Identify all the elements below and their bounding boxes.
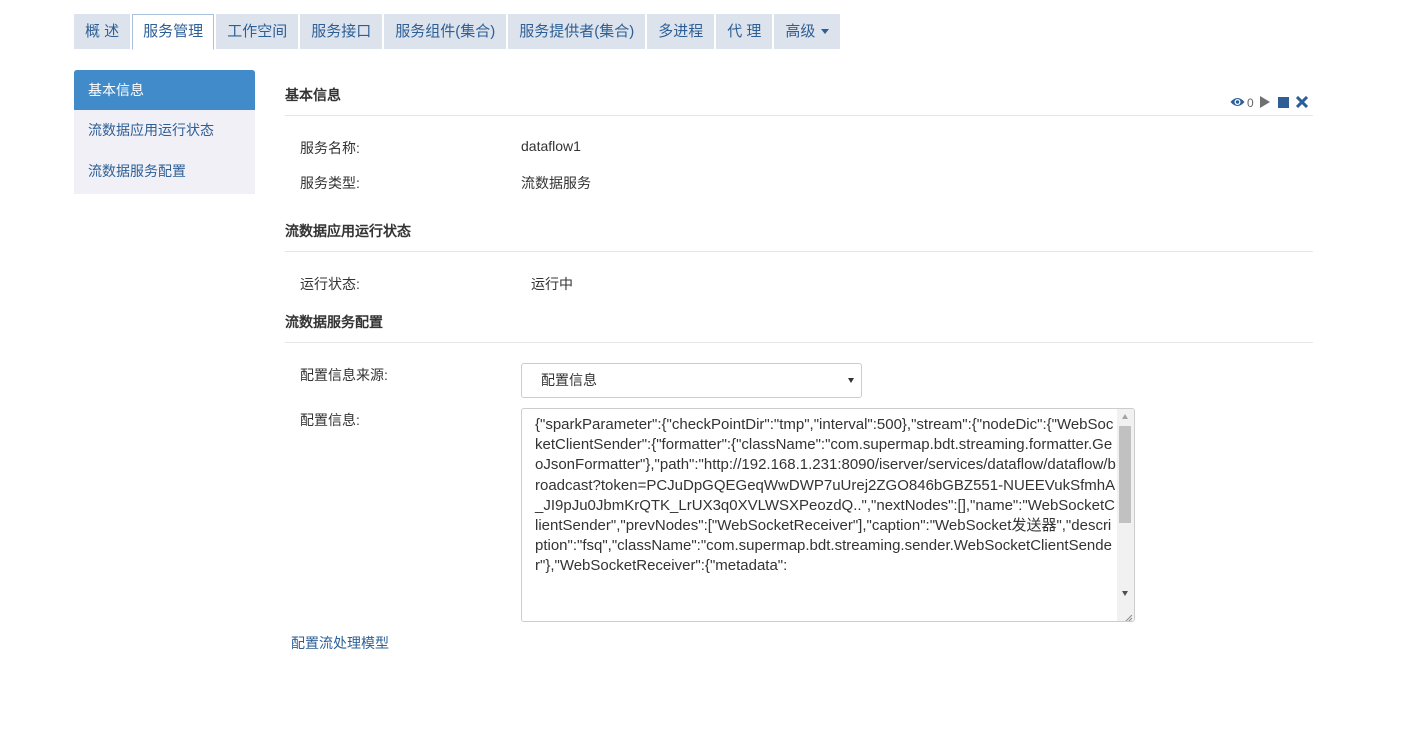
service-toolbar: 0 (1230, 95, 1308, 111)
tab-overview[interactable]: 概 述 (74, 14, 131, 49)
side-item-run-status[interactable]: 流数据应用运行状态 (74, 110, 255, 151)
config-source-select[interactable]: 配置信息 (521, 363, 862, 398)
chevron-down-icon (848, 378, 854, 383)
service-name-value: dataflow1 (521, 138, 581, 154)
resize-grip-icon[interactable] (1123, 610, 1133, 621)
eye-icon[interactable] (1230, 95, 1245, 111)
scroll-up-arrow-icon[interactable] (1122, 414, 1128, 419)
tab-proxy[interactable]: 代 理 (716, 14, 773, 49)
tab-service-components[interactable]: 服务组件(集合) (384, 14, 507, 49)
tab-advanced-label: 高级 (785, 23, 816, 40)
tab-service-providers[interactable]: 服务提供者(集合) (508, 14, 646, 49)
view-count: 0 (1247, 96, 1254, 110)
tab-service-interface[interactable]: 服务接口 (300, 14, 383, 49)
section-title-basic-info: 基本信息 (285, 87, 341, 103)
service-type-label: 服务类型: (300, 175, 360, 191)
run-state-value: 运行中 (531, 276, 573, 292)
config-info-label: 配置信息: (300, 412, 360, 428)
section-title-run-status: 流数据应用运行状态 (285, 223, 411, 239)
side-item-basic-info[interactable]: 基本信息 (74, 70, 255, 110)
caret-down-icon (821, 28, 830, 34)
config-source-label: 配置信息来源: (300, 367, 388, 383)
side-menu: 基本信息 流数据应用运行状态 流数据服务配置 (74, 70, 255, 194)
config-info-textarea[interactable]: {"sparkParameter":{"checkPointDir":"tmp"… (521, 408, 1135, 622)
run-state-label: 运行状态: (300, 276, 360, 292)
side-item-service-config[interactable]: 流数据服务配置 (74, 151, 255, 192)
top-nav-tabs: 概 述 服务管理 工作空间 服务接口 服务组件(集合) 服务提供者(集合) 多进… (74, 14, 842, 50)
section-title-service-config: 流数据服务配置 (285, 314, 383, 330)
tab-advanced[interactable]: 高级 (774, 14, 841, 49)
close-icon[interactable] (1295, 95, 1308, 111)
textarea-scrollbar[interactable] (1117, 409, 1134, 621)
service-name-label: 服务名称: (300, 140, 360, 156)
scroll-down-arrow-icon[interactable] (1122, 591, 1128, 596)
stop-icon[interactable] (1277, 95, 1289, 111)
divider (285, 342, 1313, 343)
scrollbar-thumb[interactable] (1119, 426, 1131, 523)
config-info-text: {"sparkParameter":{"checkPointDir":"tmp"… (535, 416, 1116, 575)
tab-workspace[interactable]: 工作空间 (216, 14, 299, 49)
configure-stream-model-link[interactable]: 配置流处理模型 (291, 633, 389, 653)
divider (285, 115, 1313, 116)
tab-service-management[interactable]: 服务管理 (132, 14, 215, 50)
service-type-value: 流数据服务 (521, 175, 591, 191)
config-source-selected: 配置信息 (541, 372, 597, 388)
tab-multiprocess[interactable]: 多进程 (647, 14, 715, 49)
play-icon[interactable] (1259, 95, 1270, 111)
divider (285, 251, 1313, 252)
